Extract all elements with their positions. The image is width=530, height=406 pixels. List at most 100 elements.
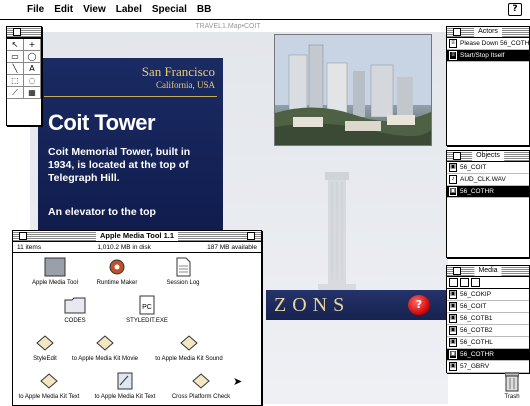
region-name: California, USA: [156, 80, 215, 90]
import-media-icon[interactable]: [460, 278, 469, 287]
trash-label: Trash: [504, 394, 520, 400]
finder-info-bar: 11 items 1,010.2 MB in disk 187 MB avail…: [13, 242, 261, 253]
lasso-icon[interactable]: ◌: [24, 75, 41, 87]
menubar: File Edit View Label Special BB ?: [0, 0, 530, 20]
objects-palette: Objects ▣ 56_COIT ♪ AUD_CLK.WAV ▣ 56_COTHR: [446, 150, 530, 258]
close-box-icon[interactable]: [453, 267, 461, 275]
media-label: 57_GBRV: [460, 362, 490, 370]
finder-item[interactable]: Cross Platform Check: [159, 371, 243, 401]
available-space: 187 MB available: [207, 244, 257, 251]
actors-title: Actors: [474, 27, 502, 37]
menu-label[interactable]: Label: [111, 4, 147, 15]
object-label: 56_COIT: [460, 163, 487, 171]
oval-icon[interactable]: ◯: [24, 51, 41, 63]
object-label: 56_COTHR: [460, 187, 494, 195]
close-box-icon[interactable]: [13, 28, 21, 36]
finder-item[interactable]: to Apple Media Kit Movie: [63, 333, 147, 363]
slant-icon[interactable]: ⟋: [7, 87, 24, 99]
finder-item[interactable]: Session Log: [141, 257, 225, 287]
crosshair-icon[interactable]: +: [24, 39, 41, 51]
object-label: AUD_CLK.WAV: [460, 175, 506, 183]
menu-file[interactable]: File: [22, 4, 49, 15]
application-icon: [44, 257, 66, 277]
help-menu-icon[interactable]: ?: [508, 3, 522, 16]
mouse-pointer-icon: ➤: [233, 375, 243, 388]
elevator-text: An elevator to the top: [48, 206, 156, 218]
media-row[interactable]: ▣ 56_COTHR: [447, 349, 529, 361]
picture-icon: ▣: [449, 290, 457, 299]
arrow-icon[interactable]: ↖: [7, 39, 24, 51]
actors-titlebar[interactable]: Actors: [447, 27, 529, 38]
menu-bb[interactable]: BB: [192, 4, 216, 15]
media-title: Media: [474, 266, 502, 276]
finder-item[interactable]: to Apple Media Kit Sound: [147, 333, 231, 363]
media-row[interactable]: ▣ 56_COTB2: [447, 325, 529, 337]
tower-silhouette: [318, 172, 356, 308]
menu-view[interactable]: View: [78, 4, 111, 15]
objects-titlebar[interactable]: Objects: [447, 151, 529, 162]
text-icon[interactable]: A: [24, 63, 41, 75]
desktop: File Edit View Label Special BB ? TRAVEL…: [0, 0, 530, 406]
close-box-icon[interactable]: [453, 28, 461, 36]
rectangle-icon[interactable]: ▭: [7, 51, 24, 63]
menu-edit[interactable]: Edit: [49, 4, 78, 15]
help-button[interactable]: ?: [408, 295, 430, 315]
finder-item[interactable]: PC STYLEDIT.EXE: [105, 295, 189, 325]
stage-window-title: TRAVEL1.Map•COIT: [195, 23, 261, 30]
tool-palette: ↖ + ▭ ◯ ╲ A ⬚ ◌ ⟋ ▦: [6, 26, 42, 126]
zoom-box-icon[interactable]: [247, 232, 255, 240]
media-row[interactable]: ▣ 56_COTB1: [447, 313, 529, 325]
description: Coit Memorial Tower, built in 1934, is l…: [48, 146, 191, 184]
finder-item-label: Cross Platform Check: [171, 394, 231, 400]
finder-item-label: to Apple Media Kit Sound: [155, 356, 223, 362]
finder-item-label: STYLEDIT.EXE: [126, 318, 168, 324]
finder-item[interactable]: to Apple Media Kit Text: [83, 371, 167, 401]
finder-item-label: to Apple Media Kit Text: [94, 394, 156, 400]
script-icon: ≡: [449, 39, 457, 48]
line-icon[interactable]: ╲: [7, 63, 24, 75]
new-media-icon[interactable]: [449, 278, 458, 287]
folder-icon: [64, 295, 86, 315]
picture-icon: ▣: [449, 187, 457, 196]
menu-special[interactable]: Special: [147, 4, 192, 15]
gear-icon: [106, 257, 128, 277]
object-row[interactable]: ▣ 56_COIT: [447, 162, 529, 174]
actor-row[interactable]: ≡ Start/Stop Itself: [447, 50, 529, 62]
media-toolbar: [447, 277, 529, 289]
media-row[interactable]: ▣ 56_COIT: [447, 301, 529, 313]
alias-icon: [38, 371, 60, 391]
rect-select-icon[interactable]: ⬚: [7, 75, 24, 87]
city-photo[interactable]: [274, 34, 432, 146]
trash-can[interactable]: Trash: [502, 372, 522, 406]
svg-text:PC: PC: [142, 304, 152, 311]
finder-titlebar[interactable]: Apple Media Tool 1.1: [13, 231, 261, 242]
actor-row[interactable]: ≡ Please Down 56_COTHR: [447, 38, 529, 50]
paint-icon[interactable]: ▦: [24, 87, 41, 99]
picture-icon: ▣: [449, 338, 457, 347]
media-palette: Media ▣ 56_COKIP ▣ 56_COIT ▣ 56_COTB1 ▣ 56_C…: [446, 265, 530, 373]
finder-item-label: CODES: [64, 318, 86, 324]
picture-icon: ▣: [449, 326, 457, 335]
close-box-icon[interactable]: [453, 152, 461, 160]
media-label: 56_COTB1: [460, 314, 493, 322]
actor-label: Start/Stop Itself: [460, 51, 505, 59]
finder-item-label: Session Log: [166, 280, 200, 286]
media-row[interactable]: ▣ 56_COTHL: [447, 337, 529, 349]
text-alias-icon: [114, 371, 136, 391]
picture-icon: ▣: [449, 302, 457, 311]
pc-document-icon: PC: [136, 295, 158, 315]
media-row[interactable]: ▣ 56_COKIP: [447, 289, 529, 301]
close-box-icon[interactable]: [19, 232, 27, 240]
object-row[interactable]: ▣ 56_COTHR: [447, 186, 529, 198]
media-titlebar[interactable]: Media: [447, 266, 529, 277]
picture-icon: ▣: [449, 163, 457, 172]
tool-palette-titlebar[interactable]: [7, 27, 41, 38]
finder-item-label: to Apple Media Kit Movie: [71, 356, 139, 362]
alias-icon: [94, 333, 116, 353]
alias-icon: [34, 333, 56, 353]
object-row[interactable]: ♪ AUD_CLK.WAV: [447, 174, 529, 186]
view-media-icon[interactable]: [471, 278, 480, 287]
script-icon: ≡: [449, 51, 457, 60]
finder-item[interactable]: to Apple Media Kit Text: [7, 371, 91, 401]
banner-text: ZONS: [274, 294, 351, 316]
